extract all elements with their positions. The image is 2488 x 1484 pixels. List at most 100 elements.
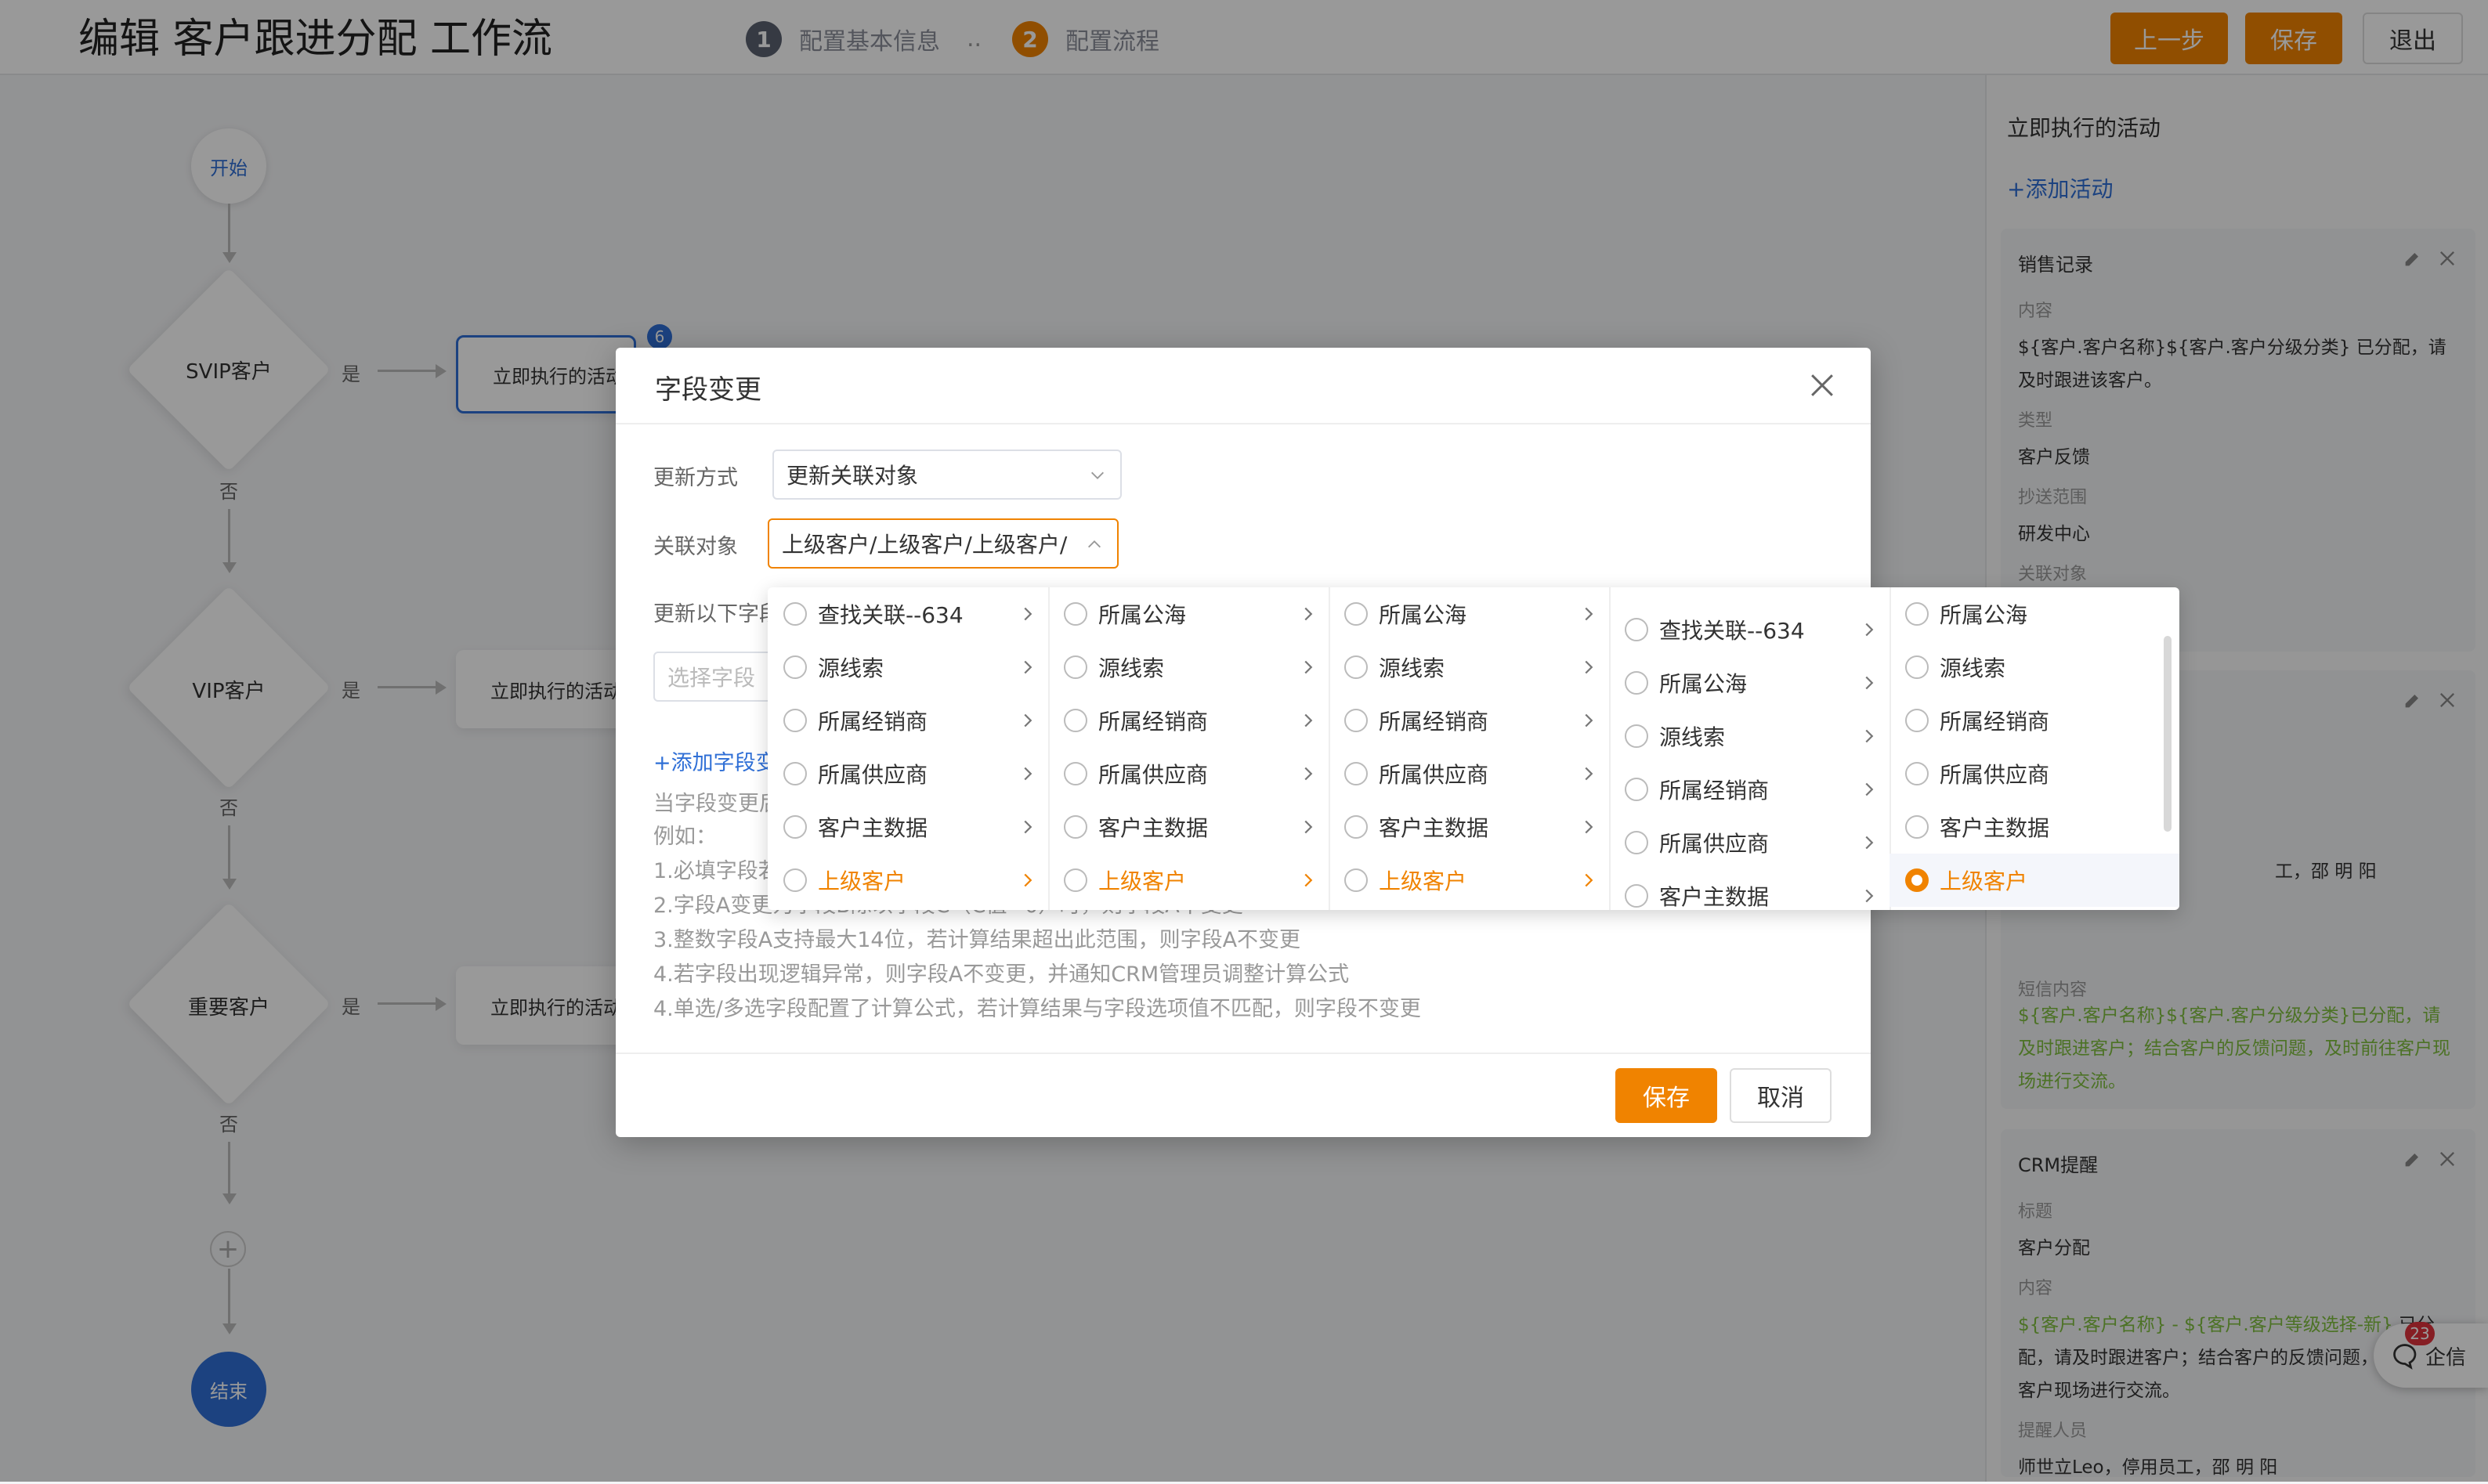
cascader-option[interactable]: 所属公海 <box>1329 587 1609 641</box>
chevron-right-icon <box>1304 660 1313 674</box>
chevron-right-icon <box>1585 820 1593 834</box>
radio-icon[interactable] <box>783 868 807 892</box>
cascader-option[interactable]: 客户主数据 <box>1609 869 1890 910</box>
radio-icon[interactable] <box>1064 868 1087 892</box>
option-label: 所属供应商 <box>818 762 928 788</box>
radio-icon[interactable] <box>1064 762 1087 785</box>
cascader-option[interactable]: 所属供应商 <box>1609 816 1890 869</box>
chevron-up-icon <box>1088 540 1101 548</box>
radio-icon[interactable] <box>1064 709 1087 732</box>
radio-icon[interactable] <box>1625 884 1648 908</box>
dialog-cancel-button[interactable]: 取消 <box>1730 1068 1832 1123</box>
hint-line: 4.若字段出现逻辑异常，则字段A不变更，并通知CRM管理员调整计算公式 <box>653 962 1350 987</box>
option-label: 客户主数据 <box>1379 815 1489 841</box>
scrollbar[interactable] <box>2164 636 2172 832</box>
option-label: 所属经销商 <box>1940 709 2050 735</box>
radio-icon[interactable] <box>1064 815 1087 839</box>
radio-icon[interactable] <box>783 602 807 626</box>
cascader-option-selected[interactable]: 上级客户 <box>1890 854 2179 907</box>
cascader-column: 查找关联--634 所属公海 源线索 所属经销商 所属供应商 客户主数据 <box>1609 587 1891 910</box>
cascader-option[interactable]: 所属公海 <box>1890 587 2179 641</box>
chevron-right-icon <box>1585 713 1593 728</box>
radio-icon[interactable] <box>1905 709 1929 732</box>
related-object-input[interactable]: 上级客户/上级客户/上级客户/ <box>768 518 1119 569</box>
radio-icon[interactable] <box>1625 778 1648 801</box>
option-label: 源线索 <box>1379 655 1445 681</box>
cascader-option[interactable]: 客户主数据 <box>768 800 1048 854</box>
radio-icon[interactable] <box>1344 815 1368 839</box>
radio-icon[interactable] <box>1344 868 1368 892</box>
option-label: 查找关联--634 <box>818 602 964 628</box>
radio-checked-icon[interactable] <box>1905 868 1929 892</box>
radio-icon[interactable] <box>783 762 807 785</box>
dialog-title: 字段变更 <box>655 374 761 406</box>
chevron-right-icon <box>1024 820 1032 834</box>
option-label: 源线索 <box>818 655 884 681</box>
cascader-option[interactable]: 所属供应商 <box>1890 747 2179 800</box>
cascader-option-active[interactable]: 上级客户 <box>1048 854 1329 907</box>
radio-icon[interactable] <box>1905 602 1929 626</box>
chevron-right-icon <box>1585 873 1593 887</box>
chevron-right-icon <box>1024 873 1032 887</box>
radio-icon[interactable] <box>1344 602 1368 626</box>
cascader-option[interactable]: 所属经销商 <box>768 694 1048 747</box>
cascader-option[interactable]: 所属公海 <box>1609 656 1890 710</box>
radio-icon[interactable] <box>1625 831 1648 854</box>
cascader-option[interactable]: 源线索 <box>1048 641 1329 694</box>
radio-icon[interactable] <box>783 709 807 732</box>
cascader-option[interactable]: 源线索 <box>1890 641 2179 694</box>
cascader-option[interactable]: 查找关联--634 <box>1609 603 1890 656</box>
cascader-option[interactable]: 源线索 <box>768 641 1048 694</box>
close-icon[interactable] <box>1805 368 1839 403</box>
radio-icon[interactable] <box>1625 671 1648 695</box>
radio-icon[interactable] <box>1625 724 1648 748</box>
cascader-column: 查找关联--634 源线索 所属经销商 所属供应商 客户主数据 上级客户 <box>768 587 1050 910</box>
select-value: 上级客户/上级客户/上级客户/ <box>782 532 1068 558</box>
radio-icon[interactable] <box>783 655 807 679</box>
cascader-option-active[interactable]: 上级客户 <box>768 854 1048 907</box>
cascader-option[interactable]: 所属经销商 <box>1609 763 1890 816</box>
cascader-option[interactable]: 所属公海 <box>1048 587 1329 641</box>
option-label: 上级客户 <box>1940 868 2028 894</box>
option-label: 所属公海 <box>1379 602 1467 628</box>
radio-icon[interactable] <box>1625 618 1648 641</box>
radio-icon[interactable] <box>1064 655 1087 679</box>
related-object-label: 关联对象 <box>653 535 738 559</box>
option-label: 客户主数据 <box>818 815 928 841</box>
radio-icon[interactable] <box>1905 762 1929 785</box>
radio-icon[interactable] <box>1905 655 1929 679</box>
radio-icon[interactable] <box>1344 655 1368 679</box>
option-label: 上级客户 <box>818 868 906 894</box>
cascader-option[interactable]: 客户主数据 <box>1329 800 1609 854</box>
cascader-option[interactable]: 源线索 <box>1609 710 1890 763</box>
option-label: 客户主数据 <box>1940 815 2050 841</box>
chevron-right-icon <box>1304 713 1313 728</box>
cascader-option[interactable]: 所属经销商 <box>1048 694 1329 747</box>
cascader-option[interactable]: 所属经销商 <box>1329 694 1609 747</box>
cascader-option[interactable]: 所属经销商 <box>1890 694 2179 747</box>
option-label: 查找关联--634 <box>1659 618 1805 644</box>
option-label: 所属公海 <box>1659 671 1748 697</box>
update-fields-label: 更新以下字段 <box>653 602 780 626</box>
cascader-option-active[interactable]: 上级客户 <box>1329 854 1609 907</box>
chevron-right-icon <box>1585 607 1593 621</box>
radio-icon[interactable] <box>1344 709 1368 732</box>
option-label: 所属经销商 <box>818 709 928 735</box>
select-value: 更新关联对象 <box>787 463 919 489</box>
update-mode-select[interactable]: 更新关联对象 <box>772 450 1122 500</box>
cascader-option[interactable]: 所属供应商 <box>1048 747 1329 800</box>
cascader-option[interactable]: 客户主数据 <box>1890 800 2179 854</box>
option-label: 所属经销商 <box>1098 709 1209 735</box>
cascader-option[interactable]: 客户主数据 <box>1048 800 1329 854</box>
cascader-option[interactable]: 源线索 <box>1329 641 1609 694</box>
radio-icon[interactable] <box>1064 602 1087 626</box>
radio-icon[interactable] <box>783 815 807 839</box>
cascader-option[interactable]: 所属供应商 <box>1329 747 1609 800</box>
radio-icon[interactable] <box>1344 762 1368 785</box>
cascader-option[interactable]: 所属供应商 <box>768 747 1048 800</box>
radio-icon[interactable] <box>1905 815 1929 839</box>
cascader-option[interactable]: 查找关联--634 <box>768 587 1048 641</box>
chevron-down-icon <box>1091 471 1104 479</box>
dialog-footer: 保存 取消 <box>616 1053 1871 1137</box>
dialog-save-button[interactable]: 保存 <box>1615 1068 1717 1123</box>
